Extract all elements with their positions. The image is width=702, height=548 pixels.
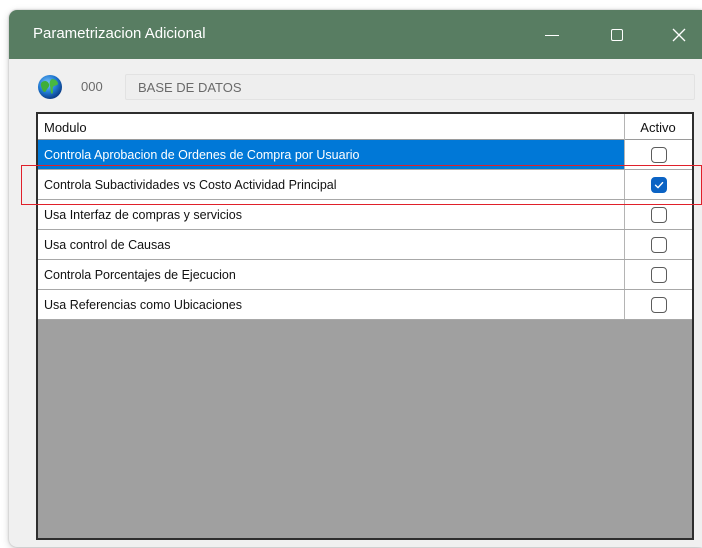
module-label: Usa Interfaz de compras y servicios [44,208,242,222]
module-label: Usa control de Causas [44,238,171,252]
module-cell[interactable]: Usa Interfaz de compras y servicios [38,200,624,229]
active-checkbox[interactable] [651,297,667,313]
window-title: Parametrizacion Adicional [33,25,206,42]
modules-grid: Modulo Activo Controla Aprobacion de Ord… [36,112,694,540]
active-cell [624,200,692,229]
close-icon [672,28,686,42]
active-cell [624,170,692,199]
table-row[interactable]: Controla Subactividades vs Costo Activid… [38,170,692,200]
module-label: Controla Aprobacion de Ordenes de Compra… [44,148,360,162]
globe-icon [38,75,62,99]
active-cell [624,260,692,289]
database-name: BASE DE DATOS [138,80,242,95]
checkmark-icon [654,181,664,189]
column-header-activo[interactable]: Activo [624,120,692,135]
active-cell [624,290,692,319]
table-row[interactable]: Controla Aprobacion de Ordenes de Compra… [38,140,692,170]
database-code: 000 [81,79,103,94]
module-cell[interactable]: Usa Referencias como Ubicaciones [38,290,624,319]
database-name-field: BASE DE DATOS [125,74,695,100]
active-cell [624,140,692,169]
module-cell[interactable]: Controla Subactividades vs Costo Activid… [38,170,624,199]
dialog-window: Parametrizacion Adicional 000 BASE DE DA… [9,10,702,547]
module-cell[interactable]: Controla Aprobacion de Ordenes de Compra… [38,140,624,169]
database-row: 000 BASE DE DATOS [37,74,695,100]
minimize-icon [545,35,559,36]
active-checkbox[interactable] [651,267,667,283]
table-row[interactable]: Controla Porcentajes de Ejecucion [38,260,692,290]
module-cell[interactable]: Usa control de Causas [38,230,624,259]
active-checkbox[interactable] [651,147,667,163]
table-row[interactable]: Usa Interfaz de compras y servicios [38,200,692,230]
table-row[interactable]: Usa Referencias como Ubicaciones [38,290,692,320]
grid-header: Modulo Activo [38,114,692,140]
close-button[interactable] [657,10,702,59]
module-label: Controla Subactividades vs Costo Activid… [44,178,337,192]
module-cell[interactable]: Controla Porcentajes de Ejecucion [38,260,624,289]
maximize-icon [611,29,623,41]
module-label: Usa Referencias como Ubicaciones [44,298,243,312]
active-checkbox[interactable] [651,177,667,193]
title-bar[interactable]: Parametrizacion Adicional [9,10,702,59]
active-checkbox[interactable] [651,237,667,253]
column-header-modulo[interactable]: Modulo [44,120,87,135]
table-row[interactable]: Usa control de Causas [38,230,692,260]
active-checkbox[interactable] [651,207,667,223]
active-cell [624,230,692,259]
module-label: Controla Porcentajes de Ejecucion [44,268,236,282]
minimize-button[interactable] [529,10,575,59]
maximize-button[interactable] [597,10,643,59]
